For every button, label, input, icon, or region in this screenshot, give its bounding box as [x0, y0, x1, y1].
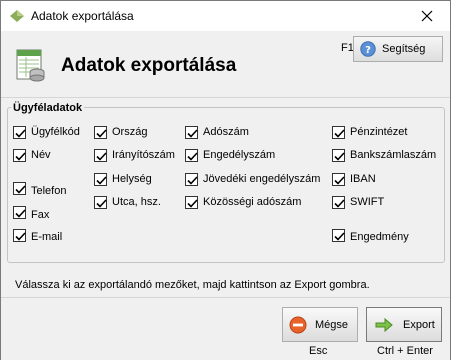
checkbox-kozossegi-adoszam[interactable]: Közösségi adószám: [185, 194, 301, 210]
checkbox-label: Ügyfélkód: [31, 126, 80, 138]
checkbox-jovedeki-engedelyszam[interactable]: Jövedéki engedélyszám: [185, 171, 320, 187]
spreadsheet-export-icon: [16, 49, 45, 82]
help-button[interactable]: ? Segítség: [353, 36, 443, 62]
checkbox-label: Engedmény: [350, 231, 409, 243]
checkbox-label: Engedélyszám: [203, 149, 276, 161]
help-label: Segítség: [382, 43, 426, 55]
checkbox-penzintezet[interactable]: Pénzintézet: [332, 124, 407, 140]
checkbox-utca-hsz[interactable]: Utca, hsz.: [94, 194, 161, 210]
checkbox-label: IBAN: [350, 173, 376, 185]
checkbox-box: [185, 172, 198, 186]
checkbox-engedelyszam[interactable]: Engedélyszám: [185, 147, 275, 163]
checkbox-box: [332, 228, 345, 242]
svg-text:?: ?: [365, 45, 371, 56]
checkbox-label: Név: [31, 149, 51, 161]
checkbox-label: E-mail: [31, 231, 63, 243]
export-shortcut: Ctrl + Enter: [377, 345, 433, 357]
dialog-footer: Mégse Esc Export Ctrl + Enter: [1, 297, 450, 360]
checkbox-label: SWIFT: [350, 196, 385, 208]
checkbox-label: Telefon: [31, 185, 67, 197]
checkbox-box: [185, 148, 198, 162]
cancel-icon: [289, 316, 307, 333]
checkbox-label: Bankszámlaszám: [350, 149, 437, 161]
checkbox-nev[interactable]: Név: [13, 147, 51, 163]
checkbox-box: [94, 195, 107, 209]
checkbox-swift[interactable]: SWIFT: [332, 194, 384, 210]
checkbox-ugyfelkod[interactable]: Ügyfélkód: [13, 124, 80, 140]
close-icon: [421, 10, 433, 22]
checkbox-bankszamlaszam[interactable]: Bankszámlaszám: [332, 147, 436, 163]
checkbox-label: Jövedéki engedélyszám: [203, 173, 321, 185]
export-button[interactable]: Export: [366, 307, 442, 342]
cancel-label: Mégse: [315, 318, 349, 331]
checkbox-label: Helység: [112, 173, 152, 185]
checkbox-label: Fax: [31, 208, 50, 221]
checkbox-label: Adószám: [203, 126, 249, 138]
arrow-right-icon: [375, 317, 393, 332]
checkbox-box: [185, 195, 198, 209]
cancel-button[interactable]: Mégse: [282, 307, 358, 342]
header-divider: [1, 97, 450, 98]
checkbox-box: [13, 125, 26, 139]
checkbox-label: Közösségi adószám: [203, 196, 302, 208]
checkbox-helyseg[interactable]: Helység: [94, 171, 152, 187]
checkbox-box: [332, 172, 345, 186]
checkbox-box: [13, 148, 26, 162]
checkbox-label: Ország: [112, 126, 148, 138]
close-button[interactable]: [404, 1, 450, 31]
group-title: Ügyféladatok: [11, 102, 85, 114]
checkbox-box: [332, 148, 345, 162]
checkbox-iranyitoszam[interactable]: Irányítószám: [94, 147, 175, 163]
checkbox-iban[interactable]: IBAN: [332, 171, 376, 187]
checkbox-label: Irányítószám: [112, 149, 175, 161]
export-dialog: Adatok exportálása Adatok exportálása F1: [0, 0, 451, 360]
checkbox-email[interactable]: E-mail: [13, 227, 62, 243]
cancel-shortcut: Esc: [309, 345, 328, 357]
checkbox-box: [332, 195, 345, 209]
checkbox-box: [94, 125, 107, 139]
title-bar: Adatok exportálása: [1, 1, 450, 31]
checkbox-box: [185, 125, 198, 139]
checkbox-orszag[interactable]: Ország: [94, 124, 147, 140]
checkbox-box: [332, 125, 345, 139]
question-icon: ?: [360, 41, 376, 57]
checkbox-box: [13, 228, 26, 242]
checkbox-label: Pénzintézet: [350, 126, 408, 138]
checkbox-box: [13, 181, 26, 195]
page-title: Adatok exportálása: [61, 55, 237, 76]
checkbox-telefon[interactable]: Telefon: [13, 180, 67, 197]
checkbox-fax[interactable]: Fax: [13, 204, 50, 221]
checkbox-box: [13, 205, 26, 219]
dialog-header: Adatok exportálása F1 ? Segítség: [1, 31, 450, 97]
export-label: Export: [403, 318, 435, 331]
instruction-text: Válassza ki az exportálandó mezőket, maj…: [15, 279, 370, 291]
app-diamond-icon: [10, 10, 24, 22]
window-title: Adatok exportálása: [31, 9, 134, 23]
help-shortcut: F1: [341, 42, 354, 54]
checkbox-box: [94, 148, 107, 162]
checkbox-label: Utca, hsz.: [112, 196, 161, 208]
checkbox-adoszam[interactable]: Adószám: [185, 124, 249, 140]
checkbox-engedmeny[interactable]: Engedmény: [332, 227, 409, 243]
checkbox-box: [94, 172, 107, 186]
